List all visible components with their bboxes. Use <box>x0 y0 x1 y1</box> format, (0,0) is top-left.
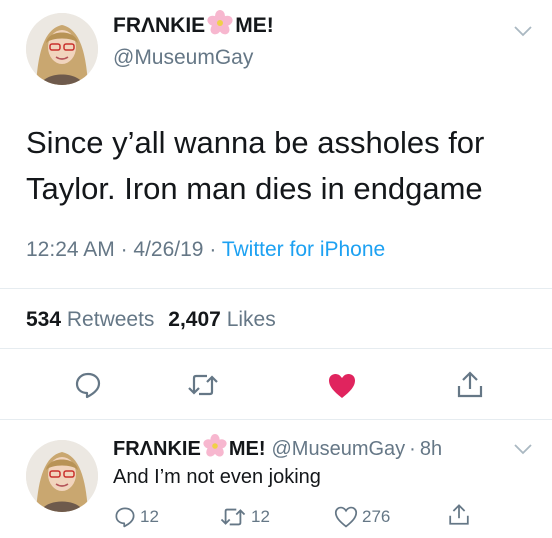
tweet-text-line: Taylor. Iron man dies in endgame <box>26 171 483 206</box>
display-name-part: ME! <box>228 437 266 460</box>
display-name-part: Λ <box>139 437 154 460</box>
divider <box>0 419 552 420</box>
reply-action[interactable]: 12 <box>114 506 159 528</box>
author-name[interactable]: FR Λ NKIE ME! <box>113 10 274 42</box>
author-handle[interactable]: @MuseumGay <box>113 46 253 70</box>
retweets-label: Retweets <box>66 308 155 331</box>
share-action[interactable] <box>447 503 475 527</box>
tweet-date[interactable]: 4/26/19 <box>133 238 203 261</box>
display-name-part: Λ <box>141 14 156 37</box>
tweet-text-line: Since y’all wanna be assholes for <box>26 125 485 160</box>
share-icon[interactable] <box>455 370 485 400</box>
tweet-time[interactable]: 12:24 AM <box>26 238 115 261</box>
cherry-blossom-emoji <box>207 10 233 42</box>
likes-count: 2,407 <box>168 308 221 331</box>
likes-label: Likes <box>226 308 276 331</box>
avatar[interactable] <box>26 13 98 85</box>
avatar[interactable] <box>26 440 98 512</box>
author-handle[interactable]: @MuseumGay <box>271 438 405 461</box>
meta-separator: · <box>120 238 128 261</box>
tweet-meta: 12:24 AM · 4/26/19 · Twitter for iPhone <box>26 238 385 262</box>
heart-icon <box>334 506 358 528</box>
display-name-part: NKIE <box>155 14 206 37</box>
author-name[interactable]: FR Λ NKIE ME! <box>113 434 265 464</box>
tweet-age[interactable]: 8h <box>420 438 442 461</box>
retweet-count: 12 <box>251 507 270 526</box>
display-name-part: FR <box>113 14 141 37</box>
like-action[interactable]: 276 <box>334 506 390 528</box>
display-name-part: NKIE <box>153 437 201 460</box>
retweets-stat[interactable]: 534 Retweets <box>26 308 160 331</box>
divider <box>0 348 552 349</box>
reply-header: FR Λ NKIE ME! @MuseumGay · 8h <box>113 434 442 464</box>
likes-stat[interactable]: 2,407 Likes <box>168 308 275 331</box>
retweets-count: 534 <box>26 308 62 331</box>
reply-text: And I’m not even joking <box>113 466 321 488</box>
chevron-down-icon[interactable] <box>513 24 533 42</box>
heart-icon[interactable] <box>327 372 357 400</box>
tweet-text: Since y’all wanna be assholes for Taylor… <box>26 120 484 212</box>
cherry-blossom-emoji <box>203 434 227 464</box>
reply-count: 12 <box>140 507 159 526</box>
meta-separator: · <box>409 437 416 460</box>
share-icon <box>449 504 469 525</box>
reply-icon <box>115 507 135 528</box>
retweet-action[interactable]: 12 <box>219 506 270 528</box>
display-name-part: FR <box>113 437 140 460</box>
meta-separator: · <box>209 238 217 261</box>
display-name-part: ME! <box>235 14 274 37</box>
like-count: 276 <box>362 507 391 526</box>
retweet-icon[interactable] <box>186 372 220 398</box>
reply-icon[interactable] <box>74 371 102 399</box>
divider <box>0 288 552 289</box>
chevron-down-icon[interactable] <box>513 442 533 460</box>
tweet-stats: 534 Retweets 2,407 Likes <box>26 308 276 332</box>
tweet-source[interactable]: Twitter for iPhone <box>222 238 385 261</box>
retweet-icon <box>220 508 246 526</box>
